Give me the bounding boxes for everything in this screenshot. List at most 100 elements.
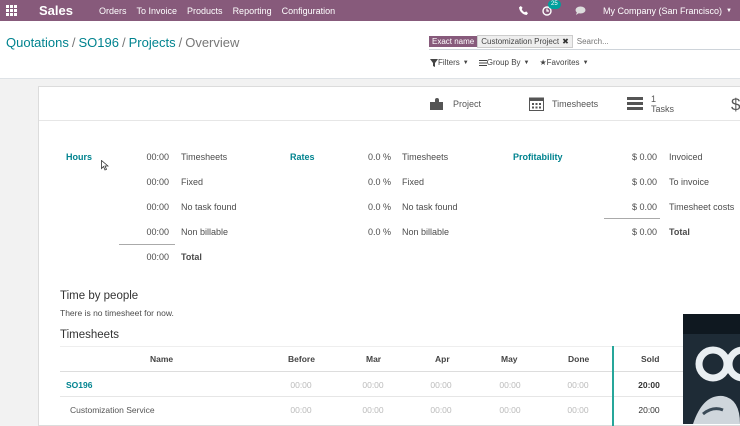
row-mar: 00:00 [362, 405, 384, 415]
activity-count-badge: 25 [548, 0, 561, 9]
col-sold[interactable]: Sold [641, 354, 659, 364]
hours-total-divider [119, 244, 175, 245]
hours-fixed-value: 00:00 [146, 177, 169, 187]
favorites-button[interactable]: ★ Favorites ▼ [539, 58, 588, 67]
filters-button[interactable]: Filters ▼ [430, 58, 469, 67]
col-done[interactable]: Done [568, 354, 589, 364]
tasks-icon [627, 97, 643, 110]
hours-no-task-value: 00:00 [146, 202, 169, 212]
hours-fixed-label: Fixed [181, 177, 204, 187]
activity-clock-icon[interactable]: 25 [542, 0, 561, 16]
group-by-label: Group By [486, 58, 521, 67]
col-apr[interactable]: Apr [435, 354, 450, 364]
breadcrumb-so196[interactable]: SO196 [79, 35, 119, 50]
stat-button-bar: Project Timesheets 1 Tasks $ [39, 87, 740, 121]
col-before[interactable]: Before [288, 354, 315, 364]
puzzle-icon [430, 97, 443, 110]
rates-no-task-value: 0.0 % [367, 202, 391, 212]
chat-icon[interactable] [575, 6, 586, 15]
row-may: 00:00 [499, 405, 521, 415]
profit-total-divider [604, 218, 660, 219]
rates-fixed-value: 0.0 % [367, 177, 391, 187]
search-facet-text: Customization Project [481, 36, 560, 46]
breadcrumb-projects[interactable]: Projects [129, 35, 176, 50]
row-done: 00:00 [567, 405, 589, 415]
search-facet-value: Customization Project ✖ [477, 34, 573, 48]
search-options: Filters ▼ Group By ▼ ★ Favorites ▼ [430, 58, 599, 67]
hours-non-billable-value: 00:00 [146, 227, 169, 237]
row-mar: 00:00 [362, 380, 384, 390]
dollar-icon[interactable]: $ [731, 95, 740, 115]
webcam-overlay-image [683, 314, 740, 424]
rates-non-billable-label: Non billable [402, 227, 450, 237]
menu-to-invoice[interactable]: To Invoice [137, 6, 178, 16]
row-divider [60, 396, 740, 397]
hours-no-task-label: No task found [181, 202, 237, 212]
row-apr: 00:00 [430, 405, 452, 415]
profit-timesheet-costs-value: $ 0.00 [631, 202, 657, 212]
filters-label: Filters [438, 58, 460, 67]
rates-timesheets-value: 0.0 % [367, 152, 391, 162]
menu-configuration[interactable]: Configuration [282, 6, 336, 16]
apps-menu-icon[interactable] [0, 5, 22, 16]
rates-timesheets-label: Timesheets [402, 152, 449, 162]
tasks-label: Tasks [651, 103, 675, 114]
profit-invoiced-value: $ 0.00 [631, 152, 657, 162]
navbar-systray: 25 My Company (San Francisco) ▼ [512, 0, 732, 21]
search-input[interactable] [576, 36, 697, 46]
profit-invoiced-label: Invoiced [669, 152, 703, 162]
rates-title: Rates [290, 152, 315, 162]
profit-timesheet-costs-label: Timesheet costs [669, 202, 735, 212]
profitability-title: Profitability [513, 152, 563, 162]
app-name[interactable]: Sales [39, 3, 73, 18]
profit-total-value: $ 0.00 [631, 227, 657, 237]
star-icon: ★ [539, 58, 547, 67]
timesheets-stat-button[interactable]: Timesheets [529, 87, 598, 120]
breadcrumb-current: Overview [185, 35, 240, 50]
hours-title[interactable]: Hours [66, 152, 92, 162]
group-by-button[interactable]: Group By ▼ [478, 58, 529, 67]
hours-total-label: Total [181, 252, 202, 262]
rates-fixed-label: Fixed [402, 177, 425, 187]
col-name[interactable]: Name [150, 354, 173, 364]
col-may[interactable]: May [501, 354, 518, 364]
top-navbar: Sales Orders To Invoice Products Reporti… [0, 0, 740, 21]
timesheets-stat-label: Timesheets [552, 98, 599, 109]
time-by-people-empty: There is no timesheet for now. [60, 308, 174, 318]
row-sold: 20:00 [638, 380, 660, 390]
row-done: 00:00 [567, 380, 589, 390]
remove-facet-icon[interactable]: ✖ [562, 37, 569, 46]
project-stat-label: Project [453, 98, 482, 109]
time-by-people-title: Time by people [60, 290, 139, 302]
menu-orders[interactable]: Orders [99, 6, 127, 16]
menu-reporting[interactable]: Reporting [233, 6, 272, 16]
col-mar[interactable]: Mar [366, 354, 381, 364]
row-may: 00:00 [499, 380, 521, 390]
done-column-divider [612, 346, 614, 426]
filter-icon [430, 58, 438, 67]
row-before: 00:00 [290, 380, 312, 390]
phone-icon[interactable] [519, 6, 528, 15]
hours-timesheets-value: 00:00 [146, 152, 169, 162]
row-apr: 00:00 [430, 380, 452, 390]
hours-non-billable-label: Non billable [181, 227, 229, 237]
project-stat-button[interactable]: Project [429, 87, 481, 120]
breadcrumb-quotations[interactable]: Quotations [6, 35, 69, 50]
row-name-link[interactable]: SO196 [66, 380, 92, 390]
hours-timesheets-label: Timesheets [181, 152, 228, 162]
rates-non-billable-value: 0.0 % [367, 227, 391, 237]
profit-total-label: Total [669, 227, 690, 237]
project-overview-sheet: Project Timesheets 1 Tasks $ Hours 00:00… [38, 86, 740, 426]
menu-products[interactable]: Products [187, 6, 223, 16]
row-sold: 20:00 [638, 405, 660, 415]
company-switcher[interactable]: My Company (San Francisco) [603, 6, 722, 16]
chevron-down-icon: ▼ [726, 7, 732, 14]
search-bar: Exact name Customization Project ✖ [429, 33, 740, 50]
search-facet-label: Exact name [429, 35, 478, 47]
control-panel: Quotations / SO196/Projects / Overview Exact… [0, 21, 740, 79]
mouse-cursor-icon [101, 160, 109, 171]
favorites-label: Favorites [546, 58, 580, 67]
calendar-icon [529, 97, 544, 111]
tasks-stat-button[interactable]: 1 Tasks [627, 87, 674, 120]
timesheets-title: Timesheets [60, 329, 120, 341]
